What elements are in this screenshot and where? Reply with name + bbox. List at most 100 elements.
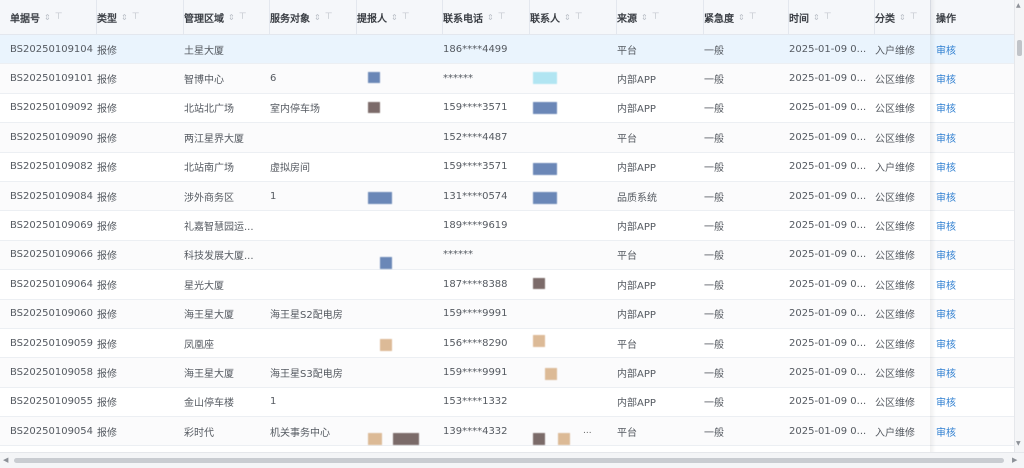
sort-icon[interactable]: ⇕ (487, 13, 494, 22)
cell-phone: ****** (443, 73, 473, 85)
vertical-scroll-thumb[interactable] (1017, 40, 1022, 56)
column-header[interactable]: 联系人 ⇕ ⊤ (530, 0, 615, 34)
review-link[interactable]: 审核 (936, 94, 996, 122)
column-divider[interactable] (96, 0, 97, 35)
table-row[interactable]: BS20250109069 报修 礼嘉智慧园运... 189****9619 内部APP… (0, 211, 1014, 241)
column-divider[interactable] (874, 0, 875, 35)
filter-icon[interactable]: ⊤ (402, 12, 410, 22)
review-link[interactable]: 审核 (936, 123, 996, 151)
cell-time: 2025-01-09 0... (789, 131, 867, 143)
sort-icon[interactable]: ⇕ (44, 13, 51, 22)
filter-icon[interactable]: ⊤ (575, 12, 583, 22)
filter-icon[interactable]: ⊤ (910, 12, 918, 22)
table-row[interactable]: BS20250109090 报修 两江星界大厦 152****4487 平台 一般 2025… (0, 123, 1014, 153)
table-row[interactable]: BS20250109084 报修 涉外商务区 1 131****0574 品质系统 一般 20… (0, 181, 1014, 212)
column-divider[interactable] (356, 0, 357, 35)
cell-id: BS20250109069 (10, 220, 94, 232)
filter-icon[interactable]: ⊤ (55, 12, 63, 22)
table-row[interactable]: BS20250109101 报修 智博中心 6 ****** 内部APP 一般 2025-01… (0, 64, 1014, 94)
scroll-left-icon[interactable]: ◀ (3, 456, 8, 464)
review-link[interactable]: 审核 (936, 388, 996, 416)
column-header[interactable]: 单据号 ⇕ ⊤ (10, 0, 96, 34)
review-link[interactable]: 审核 (936, 64, 996, 92)
sort-icon[interactable]: ⇕ (813, 13, 820, 22)
column-header[interactable]: 类型 ⇕ ⊤ (97, 0, 181, 34)
review-link[interactable]: 审核 (936, 329, 996, 357)
cell-id: BS20250109090 (10, 131, 94, 143)
review-link[interactable]: 审核 (936, 35, 996, 63)
column-divider[interactable] (183, 0, 184, 35)
scroll-up-icon[interactable]: ▲ (1016, 2, 1021, 9)
scroll-down-icon[interactable]: ▼ (1016, 440, 1021, 447)
filter-icon[interactable]: ⊤ (824, 12, 832, 22)
table-row[interactable]: BS20250109082 报修 北站南广场 虚拟房间 159****3571 内部APP… (0, 153, 1014, 182)
cell-urgency: 一般 (704, 310, 724, 322)
review-link[interactable]: 审核 (936, 300, 996, 328)
cell-type: 报修 (97, 339, 117, 351)
vertical-scrollbar[interactable]: ▲ ▼ (1014, 0, 1024, 452)
table-row[interactable]: BS20250109066 报修 科技发展大厦... ****** 平台 一般 2025-0… (0, 240, 1014, 271)
cell-area: 礼嘉智慧园运... (184, 222, 254, 234)
sort-icon[interactable]: ⇕ (641, 13, 648, 22)
filter-icon[interactable]: ⊤ (498, 12, 506, 22)
horizontal-scrollbar[interactable]: ◀ ▶ (0, 452, 1024, 468)
column-divider[interactable] (269, 0, 270, 35)
sort-icon[interactable]: ⇕ (391, 13, 398, 22)
sort-icon[interactable]: ⇕ (899, 13, 906, 22)
column-header-label: 管理区域 (184, 13, 224, 25)
sort-icon[interactable]: ⇕ (564, 13, 571, 22)
column-header[interactable]: 管理区域 ⇕ ⊤ (184, 0, 268, 34)
column-header[interactable]: 操作 (936, 0, 996, 34)
filter-icon[interactable]: ⊤ (239, 12, 247, 22)
column-header[interactable]: 服务对象 ⇕ ⊤ (270, 0, 355, 34)
column-header[interactable]: 时间 ⇕ ⊤ (789, 0, 873, 34)
review-link[interactable]: 审核 (936, 270, 996, 298)
column-divider[interactable] (788, 0, 789, 35)
column-header[interactable]: 来源 ⇕ ⊤ (617, 0, 702, 34)
table-row[interactable]: BS20250109054 报修 彩时代 机关事务中心 139****4332 平台 一般 2… (0, 417, 1014, 447)
column-divider[interactable] (442, 0, 443, 35)
review-link[interactable]: 审核 (936, 241, 996, 269)
horizontal-scroll-thumb[interactable] (14, 458, 1004, 463)
filter-icon[interactable]: ⊤ (749, 12, 757, 22)
cell-target: 虚拟房间 (270, 163, 310, 175)
table-row[interactable]: BS20250109064 报修 星光大厦 187****8388 内部APP 一般 202… (0, 270, 1014, 300)
column-header-label: 联系电话 (443, 13, 483, 25)
table-row[interactable]: BS20250109060 报修 海王星大厦 海王星S2配电房 159****9991 内… (0, 299, 1014, 329)
table-row[interactable]: BS20250109055 报修 金山停车楼 1 153****1332 内部APP 一般 2… (0, 388, 1014, 418)
sort-icon[interactable]: ⇕ (121, 13, 128, 22)
table-row[interactable]: BS20250109092 报修 北站北广场 室内停车场 159****3571 内部AP… (0, 94, 1014, 124)
cell-time: 2025-01-09 0... (789, 220, 867, 232)
table-row[interactable]: BS20250109104 报修 土星大厦 186****4499 平台 一般 2025-0… (0, 35, 1014, 65)
column-divider[interactable] (703, 0, 704, 35)
column-header[interactable]: 紧急度 ⇕ ⊤ (704, 0, 788, 34)
review-link[interactable]: 审核 (936, 153, 996, 181)
filter-icon[interactable]: ⊤ (325, 12, 333, 22)
column-header[interactable]: 分类 ⇕ ⊤ (875, 0, 931, 34)
review-link[interactable]: 审核 (936, 417, 996, 445)
cell-area: 涉外商务区 (184, 192, 234, 204)
column-divider[interactable] (529, 0, 530, 35)
column-divider[interactable] (616, 0, 617, 35)
review-link[interactable]: 审核 (936, 182, 996, 210)
cell-category: 公区维修 (875, 251, 915, 263)
redacted-block (368, 101, 380, 113)
table-row[interactable]: BS20250109059 报修 凤凰座 156****8290 平台 一般 2025-01… (0, 329, 1014, 359)
review-link[interactable]: 审核 (936, 211, 996, 239)
cell-time: 2025-01-09 0... (789, 278, 867, 290)
column-header[interactable]: 提报人 ⇕ ⊤ (357, 0, 442, 34)
column-header[interactable]: 联系电话 ⇕ ⊤ (443, 0, 528, 34)
sort-icon[interactable]: ⇕ (738, 13, 745, 22)
redacted-block (368, 192, 392, 204)
review-link[interactable]: 审核 (936, 358, 996, 386)
filter-icon[interactable]: ⊤ (652, 12, 660, 22)
sort-icon[interactable]: ⇕ (228, 13, 235, 22)
filter-icon[interactable]: ⊤ (132, 12, 140, 22)
cell-urgency: 一般 (704, 45, 724, 57)
scroll-right-icon[interactable]: ▶ (1012, 456, 1017, 464)
table-row[interactable]: BS20250109058 报修 海王星大厦 海王星S3配电房 159****9991 内… (0, 358, 1014, 388)
cell-target: 海王星S2配电房 (270, 310, 343, 322)
cell-contact (530, 300, 615, 328)
redacted-block (533, 192, 557, 204)
sort-icon[interactable]: ⇕ (314, 13, 321, 22)
